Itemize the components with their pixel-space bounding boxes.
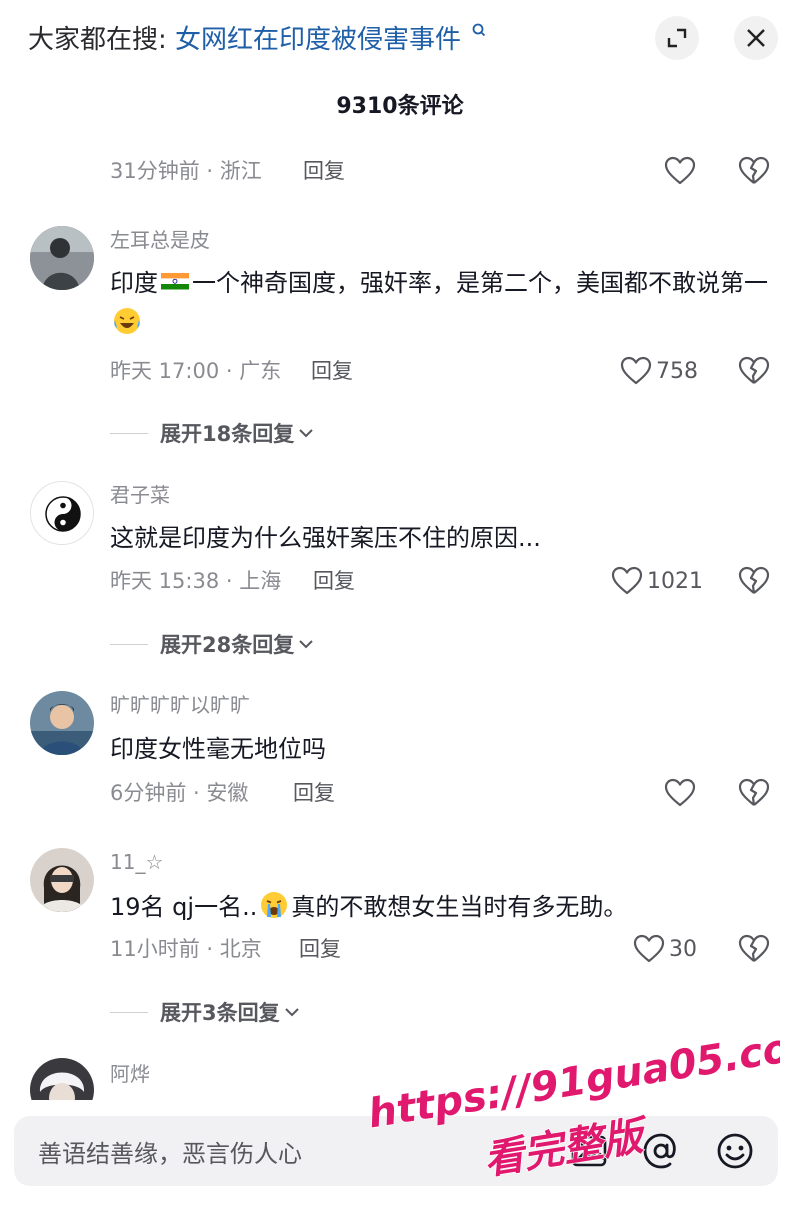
- broken-heart-icon: [738, 356, 770, 384]
- heart-icon: [620, 356, 652, 385]
- chevron-down-icon: [299, 429, 313, 438]
- comment-username[interactable]: 阿烨: [110, 1060, 150, 1088]
- comment-input[interactable]: 善语结善缘，恶言伤人心: [14, 1116, 778, 1186]
- dislike-button[interactable]: [734, 151, 774, 191]
- comment-meta: 昨天 15:38 · 上海: [110, 569, 282, 593]
- comment-text: 印度 一个神奇国度，强奸率，是第二个，美国都不敢说第一: [110, 263, 770, 343]
- like-count: 30: [669, 936, 697, 962]
- mention-button[interactable]: [640, 1130, 682, 1172]
- close-icon: [747, 29, 765, 47]
- reply-button[interactable]: 回复: [303, 157, 345, 185]
- comment-meta: 11小时前 · 北京: [110, 937, 262, 961]
- trending-prefix: 大家都在搜:: [28, 25, 167, 55]
- emoji-button[interactable]: [714, 1130, 756, 1172]
- dislike-button[interactable]: [734, 929, 774, 969]
- comment-text: 这就是印度为什么强奸案压不住的原因...: [110, 524, 541, 552]
- broken-heart-icon: [738, 156, 770, 184]
- dislike-button[interactable]: [734, 561, 774, 601]
- like-button[interactable]: 30: [633, 929, 697, 969]
- avatar[interactable]: [30, 848, 94, 912]
- broken-heart-icon: [738, 566, 770, 594]
- top-bar: 大家都在搜: 女网红在印度被侵害事件: [0, 0, 800, 80]
- comment-meta: 昨天 17:00 · 广东: [110, 359, 282, 383]
- heart-icon: [611, 566, 643, 595]
- broken-heart-icon: [738, 778, 770, 806]
- avatar-image: [30, 226, 94, 290]
- avatar-image: [30, 691, 94, 755]
- dislike-button[interactable]: [734, 351, 774, 391]
- reply-button[interactable]: 回复: [299, 935, 341, 963]
- broken-heart-icon: [738, 934, 770, 962]
- india-flag-icon: [160, 273, 190, 290]
- chevron-down-icon: [284, 1008, 299, 1017]
- avatar[interactable]: [30, 691, 94, 755]
- like-count: 758: [656, 358, 698, 384]
- expand-replies-button[interactable]: 展开28条回复: [110, 629, 314, 659]
- comment-input-placeholder: 善语结善缘，恶言伤人心: [38, 1140, 302, 1168]
- heart-icon: [633, 934, 665, 963]
- comment-count: 9310条评论: [336, 94, 464, 119]
- expand-replies-label: 展开28条回复: [160, 633, 295, 657]
- avatar[interactable]: [30, 481, 94, 545]
- heart-icon: [664, 778, 696, 807]
- expand-replies-button[interactable]: 展开3条回复: [110, 997, 300, 1027]
- trending-search[interactable]: 大家都在搜: 女网红在印度被侵害事件: [28, 22, 487, 58]
- expand-icon: [667, 28, 687, 48]
- heart-icon: [664, 156, 696, 185]
- comment-username[interactable]: 君子菜: [110, 481, 170, 509]
- avatar[interactable]: [30, 226, 94, 290]
- image-button[interactable]: [568, 1130, 610, 1172]
- comment-meta: 6分钟前 · 安徽: [110, 781, 249, 805]
- like-button[interactable]: 758: [620, 351, 698, 391]
- image-icon: [571, 1135, 607, 1167]
- expand-replies-label: 展开18条回复: [160, 422, 295, 446]
- emoji-icon: [717, 1133, 753, 1169]
- reply-button[interactable]: 回复: [313, 567, 355, 595]
- reply-button[interactable]: 回复: [311, 357, 353, 385]
- crying-laughing-emoji-icon: [114, 308, 140, 334]
- divider: [110, 643, 148, 645]
- comment-username[interactable]: 左耳总是皮: [110, 226, 210, 254]
- comment-composer: 善语结善缘，恶言伤人心: [0, 1100, 800, 1221]
- chevron-down-icon: [299, 640, 313, 649]
- crying-emoji-icon: [261, 892, 288, 918]
- comment-text: 19名 qj一名.. 真的不敢想女生当时有多无助。: [110, 887, 770, 927]
- comment-username[interactable]: 旷旷旷旷以旷旷: [110, 691, 250, 719]
- like-button[interactable]: [664, 151, 696, 191]
- like-button[interactable]: [664, 773, 696, 813]
- expand-replies-button[interactable]: 展开18条回复: [110, 418, 314, 448]
- avatar-image: [30, 848, 94, 912]
- comment-meta: 31分钟前 · 浙江: [110, 159, 262, 183]
- expand-button[interactable]: [655, 16, 699, 60]
- expand-replies-label: 展开3条回复: [160, 1001, 280, 1025]
- search-icon: [472, 23, 486, 37]
- at-icon: [643, 1133, 676, 1169]
- comment-username[interactable]: 11_☆: [110, 848, 163, 876]
- reply-button[interactable]: 回复: [293, 779, 335, 807]
- divider: [110, 432, 148, 434]
- close-button[interactable]: [734, 16, 778, 60]
- like-count: 1021: [647, 568, 703, 594]
- yin-yang-avatar-icon: [31, 482, 93, 544]
- trending-query-link[interactable]: 女网红在印度被侵害事件: [175, 25, 461, 55]
- comment-text: 印度女性毫无地位吗: [110, 735, 326, 763]
- like-button[interactable]: 1021: [611, 561, 703, 601]
- divider: [110, 1011, 148, 1013]
- dislike-button[interactable]: [734, 773, 774, 813]
